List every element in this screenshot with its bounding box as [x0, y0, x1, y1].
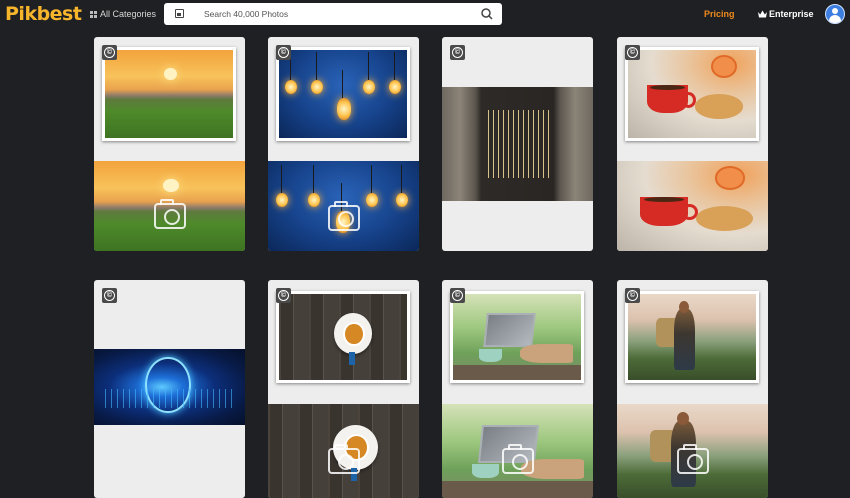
- copyright-icon: ©: [450, 288, 465, 303]
- photo-card-light-bulbs[interactable]: ©: [268, 37, 419, 251]
- search-bar[interactable]: Search 40,000 Photos: [164, 3, 502, 25]
- photo-frame: [276, 47, 410, 141]
- coffee-croissant-preview: [617, 161, 768, 251]
- camera-icon: [154, 199, 186, 229]
- photo-card-coffee-croissant[interactable]: ©: [617, 37, 768, 251]
- top-navigation-bar: Pikbest All Categories Search 40,000 Pho…: [0, 0, 850, 30]
- camera-icon: [677, 444, 709, 474]
- photo-card-hiker[interactable]: ©: [617, 280, 768, 498]
- photo-frame: [276, 291, 410, 383]
- camera-icon: [328, 444, 360, 474]
- hiker-photo: [628, 294, 756, 380]
- photo-card-coffee-cup-top[interactable]: ©: [268, 280, 419, 498]
- coffee-cup-top-photo: [279, 294, 407, 380]
- photo-card-laptop-desk[interactable]: ©: [442, 280, 593, 498]
- tech-brain-photo: [94, 349, 245, 425]
- crown-icon: [758, 10, 767, 18]
- copyright-icon: ©: [276, 288, 291, 303]
- copyright-icon: ©: [102, 288, 117, 303]
- copyright-icon: ©: [276, 45, 291, 60]
- copyright-icon: ©: [625, 45, 640, 60]
- categories-grid-icon: [90, 10, 97, 18]
- photo-frame: [102, 47, 236, 141]
- all-categories-button[interactable]: All Categories: [90, 9, 156, 19]
- wood-panels-photo: [442, 87, 593, 201]
- user-avatar[interactable]: [825, 4, 845, 24]
- copyright-icon: ©: [625, 288, 640, 303]
- sunset-field-photo: [105, 50, 233, 138]
- search-input[interactable]: Search 40,000 Photos: [204, 9, 288, 19]
- image-search-icon[interactable]: [175, 9, 184, 18]
- search-icon[interactable]: [481, 8, 493, 20]
- coffee-croissant-photo: [628, 50, 756, 138]
- pikbest-logo[interactable]: Pikbest: [5, 3, 82, 25]
- photo-card-tech-brain[interactable]: ©: [94, 280, 245, 498]
- laptop-desk-photo: [453, 294, 581, 380]
- enterprise-label: Enterprise: [769, 9, 814, 19]
- photo-card-sunset-field[interactable]: ©: [94, 37, 245, 251]
- photo-card-wood-panels[interactable]: ©: [442, 37, 593, 251]
- photo-frame: [450, 291, 584, 383]
- all-categories-label: All Categories: [100, 9, 157, 19]
- camera-icon: [502, 444, 534, 474]
- photo-frame: [625, 291, 759, 383]
- enterprise-link[interactable]: Enterprise: [758, 9, 814, 19]
- copyright-icon: ©: [450, 45, 465, 60]
- pricing-link[interactable]: Pricing: [704, 9, 735, 19]
- camera-icon: [328, 201, 360, 231]
- copyright-icon: ©: [102, 45, 117, 60]
- light-bulbs-photo: [279, 50, 407, 138]
- photo-frame: [625, 47, 759, 141]
